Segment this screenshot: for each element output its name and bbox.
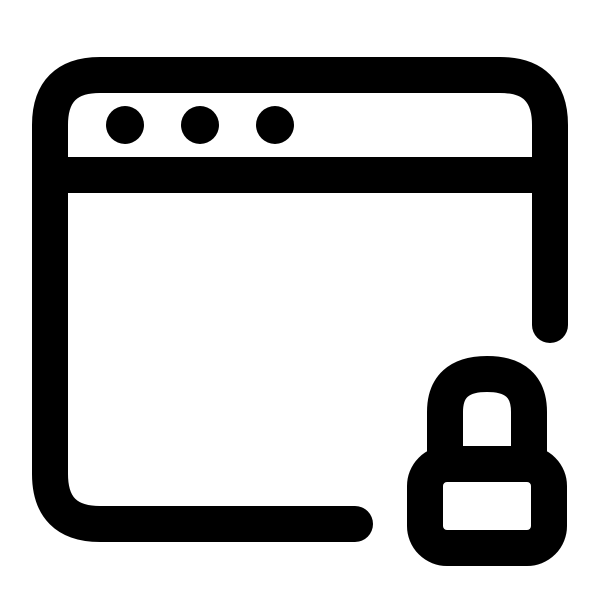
window-dot-icon: [106, 106, 144, 144]
window-dot-icon: [181, 106, 219, 144]
padlock-body: [407, 446, 567, 566]
padlock-icon: [407, 356, 567, 566]
icon-canvas: [0, 0, 600, 600]
window-dot-icon: [256, 106, 294, 144]
browser-window-lock-icon: [32, 57, 568, 566]
window-control-dots: [106, 106, 294, 144]
